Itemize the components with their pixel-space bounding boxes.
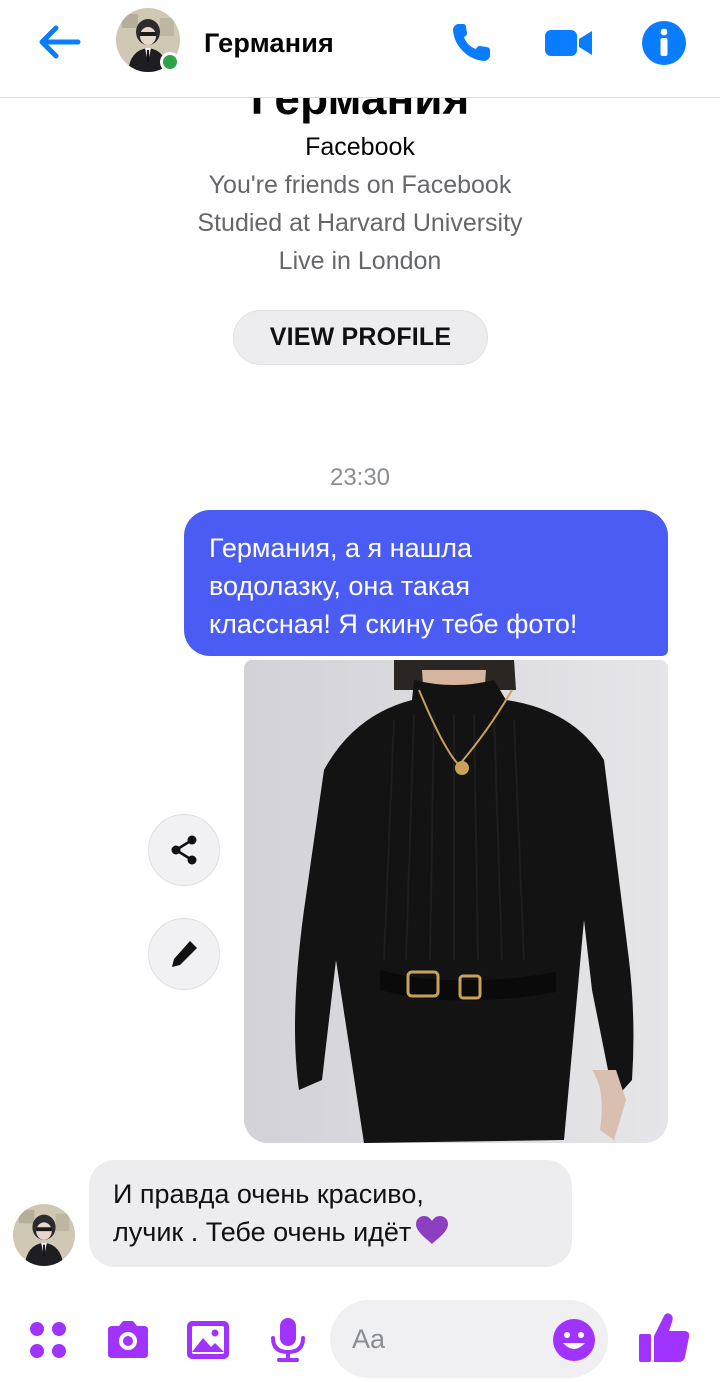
info-icon <box>642 21 686 65</box>
view-profile-button[interactable]: VIEW PROFILE <box>233 310 488 365</box>
contact-name[interactable]: Германия <box>204 28 334 59</box>
intro-friends-line: You're friends on Facebook <box>208 171 512 199</box>
audio-call-button[interactable] <box>450 20 496 64</box>
more-actions-button[interactable] <box>24 1316 72 1364</box>
incoming-message-text: И правда очень красиво, лучик . Тебе оче… <box>113 1179 424 1247</box>
microphone-icon <box>271 1318 305 1362</box>
video-call-button[interactable] <box>544 20 592 64</box>
emoji-button[interactable] <box>551 1317 597 1363</box>
video-camera-icon <box>545 30 592 56</box>
message-timestamp: 23:30 <box>329 464 391 491</box>
image-icon <box>187 1321 229 1359</box>
intro-platform: Facebook <box>305 133 415 161</box>
four-dots-icon <box>30 1322 66 1358</box>
shared-photo[interactable] <box>244 660 668 1143</box>
info-button[interactable] <box>641 20 687 65</box>
back-button[interactable] <box>34 22 84 62</box>
incoming-message-bubble[interactable]: И правда очень красиво, лучик . Тебе оче… <box>89 1160 572 1267</box>
intro-education-line: Studied at Harvard University <box>197 209 523 237</box>
camera-button[interactable] <box>104 1316 152 1364</box>
gallery-button[interactable] <box>184 1316 232 1364</box>
voice-message-button[interactable] <box>264 1316 312 1364</box>
purple-heart-icon <box>416 1216 449 1244</box>
thumbs-up-icon <box>639 1313 690 1362</box>
like-button[interactable] <box>636 1310 692 1366</box>
share-icon <box>171 835 197 865</box>
camera-icon <box>108 1321 148 1358</box>
outgoing-message-bubble[interactable]: Германия, а я нашла водолазку, она такая… <box>184 510 668 656</box>
pencil-icon <box>172 941 197 967</box>
online-status-dot <box>160 52 180 72</box>
conversation-header: Германия <box>0 0 720 98</box>
intro-location-line: Live in London <box>278 247 442 275</box>
phone-icon <box>453 24 490 61</box>
sender-avatar[interactable] <box>13 1204 75 1266</box>
smiley-icon <box>553 1319 595 1361</box>
share-button[interactable] <box>148 814 220 886</box>
arrow-left-icon <box>39 25 81 59</box>
edit-button[interactable] <box>148 918 220 990</box>
